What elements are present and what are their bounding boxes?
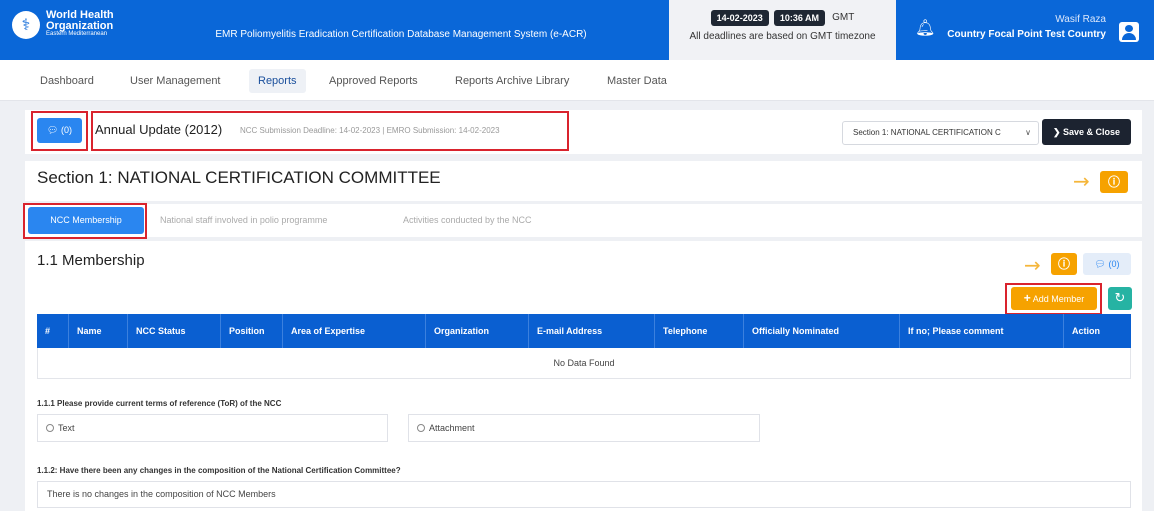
user-role[interactable]: Country Focal Point Test Country (947, 29, 1106, 40)
nav-reports[interactable]: Reports (249, 69, 306, 93)
date-chip: 14-02-2023 (710, 9, 769, 26)
save-close-button[interactable]: ❯ Save & Close (1042, 119, 1131, 145)
membership-comments-button[interactable]: 💬︎ (0) (1083, 253, 1131, 275)
col-area-of-expertise[interactable]: Area of Expertise (282, 314, 425, 348)
radio-icon[interactable] (46, 424, 54, 432)
chevron-down-icon: ∨ (1025, 128, 1031, 137)
time-chip: 10:36 AM (773, 9, 825, 26)
comments-count: (0) (60, 125, 72, 135)
tab-ncc-activities[interactable]: Activities conducted by the NCC (403, 207, 532, 234)
table-header: # Name NCC Status Position Area of Exper… (37, 314, 1131, 348)
arrow-right-icon: → (1024, 253, 1041, 277)
plus-icon: + (1023, 291, 1031, 305)
nav-dashboard[interactable]: Dashboard (40, 69, 94, 93)
col-email-address[interactable]: E-mail Address (528, 314, 654, 348)
comments-icon: 💬︎ (47, 125, 59, 135)
radio-icon[interactable] (417, 424, 425, 432)
comments-count: (0) (1108, 259, 1120, 269)
section-title: Section 1: NATIONAL CERTIFICATION COMMIT… (37, 168, 441, 187)
tab-ncc-membership[interactable]: NCC Membership (28, 207, 144, 234)
timezone-label: GMT (832, 12, 855, 23)
arrow-right-icon: → (1073, 169, 1090, 193)
org-region: Eastern Mediterranean (46, 31, 108, 37)
nav-user-management[interactable]: User Management (130, 69, 221, 93)
info-icon[interactable]: ⓘ (1100, 171, 1128, 193)
col-organization[interactable]: Organization (425, 314, 528, 348)
nav-approved-reports[interactable]: Approved Reports (329, 69, 418, 93)
add-member-button[interactable]: + Add Member (1011, 287, 1097, 310)
comments-icon: 💬︎ (1094, 259, 1106, 269)
membership-title: 1.1 Membership (37, 252, 145, 269)
tor-attachment-label: Attachment (429, 423, 475, 433)
app-title: EMR Poliomyelitis Eradication Certificat… (215, 29, 587, 40)
bell-icon[interactable]: 🔔︎ (915, 18, 935, 38)
composition-answer-field[interactable]: There is no changes in the composition o… (37, 481, 1131, 508)
section-select-value: Section 1: NATIONAL CERTIFICATION C (853, 128, 1001, 137)
col-officially-nominated[interactable]: Officially Nominated (743, 314, 899, 348)
tor-attachment-option[interactable]: Attachment (408, 414, 760, 442)
refresh-icon[interactable]: ↻ (1108, 287, 1132, 310)
tor-text-option[interactable]: Text (37, 414, 388, 442)
comments-button[interactable]: 💬︎ (0) (37, 118, 82, 143)
col-index[interactable]: # (37, 314, 68, 348)
top-bar: ⚕ World Health Organization Eastern Medi… (0, 0, 1154, 60)
user-name[interactable]: Wasif Raza (1055, 14, 1106, 25)
empty-state: No Data Found (37, 348, 1131, 379)
col-name[interactable]: Name (68, 314, 127, 348)
col-action[interactable]: Action (1063, 314, 1131, 348)
save-close-label: Save & Close (1063, 127, 1121, 137)
user-avatar-icon[interactable] (1119, 22, 1139, 42)
section-select[interactable]: Section 1: NATIONAL CERTIFICATION C ∨ (842, 121, 1039, 145)
add-member-label: Add Member (1032, 294, 1085, 304)
chevron-right-icon: ❯ (1052, 127, 1061, 137)
tor-text-label: Text (58, 423, 75, 433)
col-ncc-status[interactable]: NCC Status (127, 314, 220, 348)
org-name: World Health Organization (46, 10, 114, 32)
col-if-no-comment[interactable]: If no; Please comment (899, 314, 1063, 348)
nav-master-data[interactable]: Master Data (607, 69, 667, 93)
deadline-note: All deadlines are based on GMT timezone (689, 31, 876, 42)
main-nav: Dashboard User Management Reports Approv… (0, 60, 1154, 101)
time-panel: 14-02-2023 10:36 AM GMT All deadlines ar… (669, 0, 896, 60)
question-composition-label: 1.1.2: Have there been any changes in th… (37, 466, 401, 475)
question-tor-label: 1.1.1 Please provide current terms of re… (37, 399, 282, 408)
nav-reports-archive-library[interactable]: Reports Archive Library (455, 69, 569, 93)
col-telephone[interactable]: Telephone (654, 314, 743, 348)
tab-national-staff[interactable]: National staff involved in polio program… (160, 207, 327, 234)
report-title: Annual Update (2012) (95, 122, 223, 137)
who-logo: ⚕ (12, 11, 40, 39)
submission-info: NCC Submission Deadline: 14-02-2023 | EM… (240, 126, 500, 135)
info-icon[interactable]: ⓘ (1051, 253, 1077, 275)
col-position[interactable]: Position (220, 314, 282, 348)
